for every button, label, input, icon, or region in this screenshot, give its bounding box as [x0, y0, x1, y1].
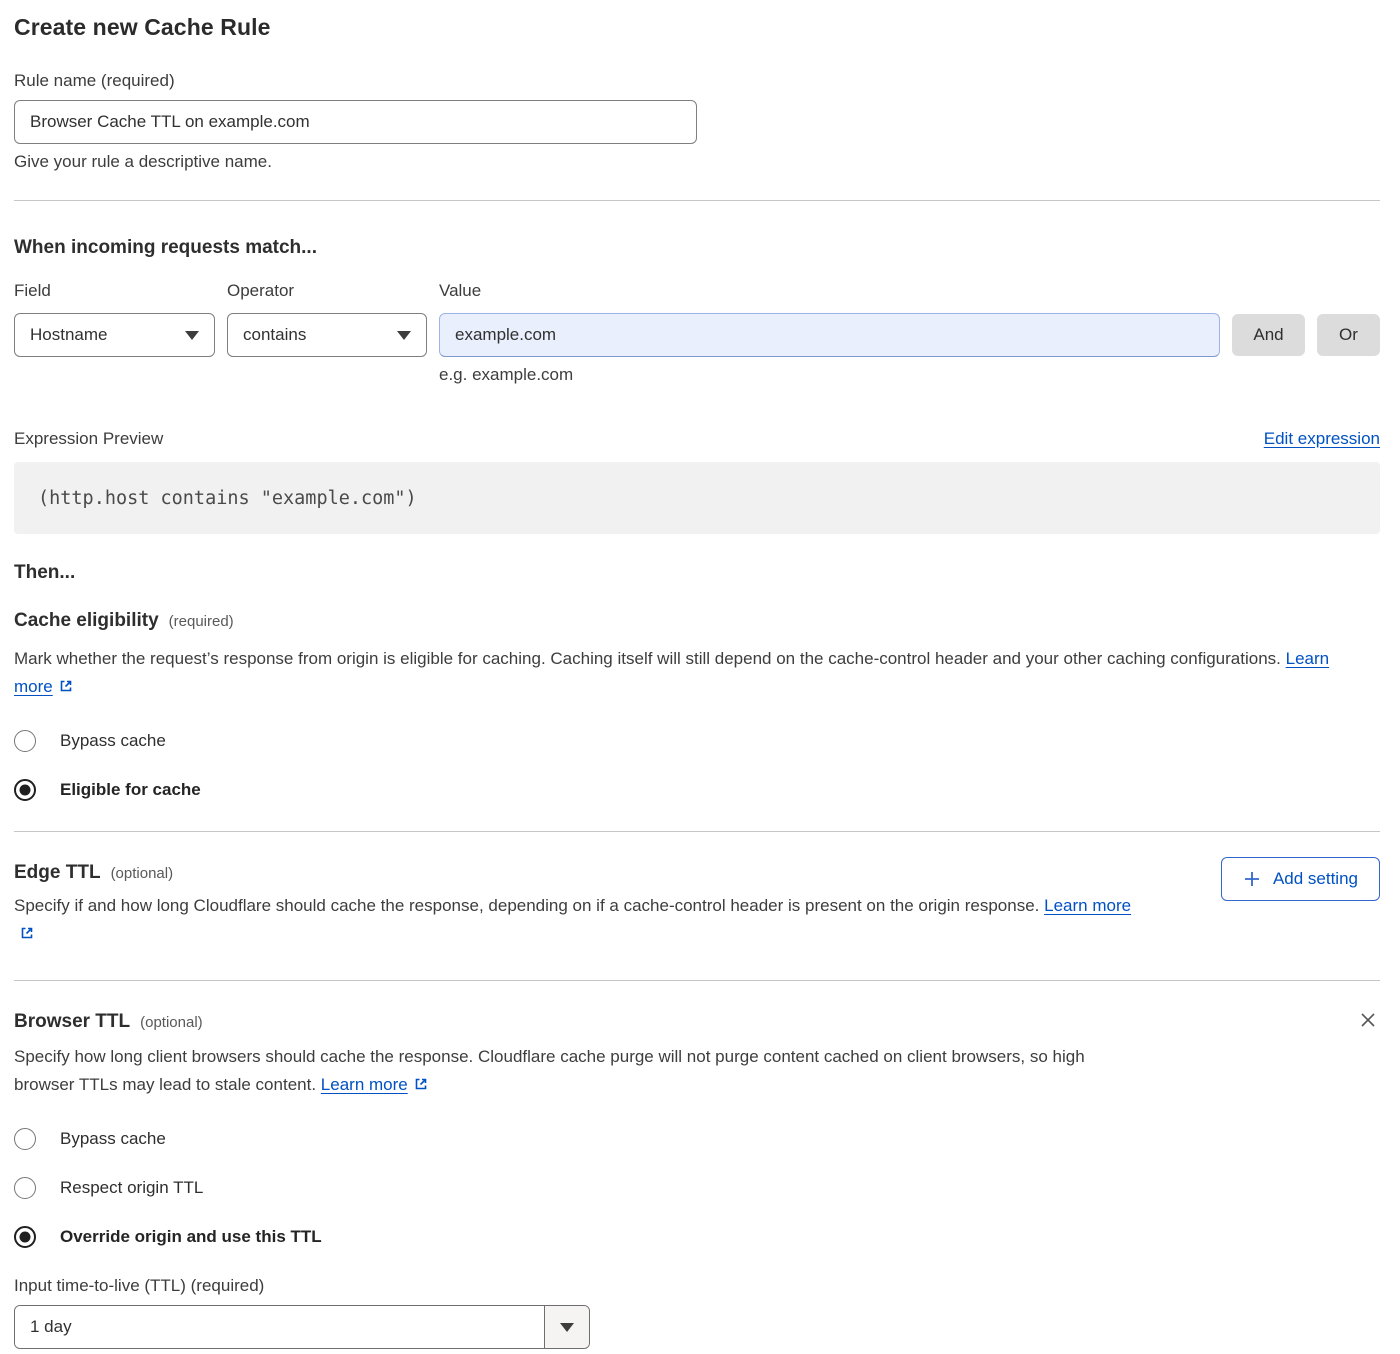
radio-option-override-origin-ttl[interactable]: Override origin and use this TTL [14, 1226, 1380, 1248]
browser-ttl-description: Specify how long client browsers should … [14, 1043, 1109, 1101]
radio-button[interactable] [14, 1177, 36, 1199]
radio-button[interactable] [14, 1128, 36, 1150]
remove-browser-ttl-button[interactable] [1356, 1008, 1380, 1035]
expression-code: (http.host contains "example.com") [14, 462, 1380, 534]
create-cache-rule-form: Create new Cache Rule Rule name (require… [0, 0, 1400, 1349]
close-icon [1358, 1010, 1378, 1030]
and-button[interactable]: And [1232, 314, 1305, 356]
section-divider [14, 200, 1380, 201]
operator-select[interactable]: contains [227, 313, 427, 357]
radio-button-selected[interactable] [14, 779, 36, 801]
chevron-down-icon [560, 1323, 574, 1332]
expression-preview-label: Expression Preview [14, 429, 163, 449]
operator-select-value: contains [243, 325, 306, 345]
operator-label: Operator [227, 281, 427, 301]
learn-more-link[interactable]: Learn more [1044, 896, 1131, 915]
plus-icon [1243, 870, 1261, 888]
field-select[interactable]: Hostname [14, 313, 215, 357]
chevron-down-icon [397, 331, 411, 340]
radio-option-respect-origin-ttl[interactable]: Respect origin TTL [14, 1177, 1380, 1199]
cache-eligibility-qualifier: (required) [169, 613, 234, 630]
edit-expression-link[interactable]: Edit expression [1264, 429, 1380, 449]
match-condition-row: Field Hostname Operator contains Value e… [14, 281, 1380, 385]
rule-name-input[interactable] [14, 100, 697, 144]
edge-ttl-heading: Edge TTL [14, 862, 101, 884]
edge-ttl-description: Specify if and how long Cloudflare shoul… [14, 892, 1144, 950]
cache-eligibility-heading: Cache eligibility [14, 610, 159, 632]
value-helper: e.g. example.com [439, 365, 1220, 385]
radio-button-selected[interactable] [14, 1226, 36, 1248]
external-link-icon [413, 1073, 429, 1101]
section-divider [14, 980, 1380, 981]
chevron-down-icon [185, 331, 199, 340]
ttl-dropdown-button[interactable] [544, 1306, 589, 1348]
add-setting-button[interactable]: Add setting [1221, 857, 1380, 901]
field-label: Field [14, 281, 215, 301]
expression-code-text: (http.host contains "example.com") [38, 488, 417, 509]
radio-option-bypass-cache-browser[interactable]: Bypass cache [14, 1128, 1380, 1150]
browser-ttl-qualifier: (optional) [140, 1014, 203, 1031]
page-title: Create new Cache Rule [14, 14, 1380, 41]
value-label: Value [439, 281, 1220, 301]
edge-ttl-qualifier: (optional) [111, 865, 174, 882]
radio-option-eligible-for-cache[interactable]: Eligible for cache [14, 779, 1380, 801]
browser-ttl-heading: Browser TTL [14, 1011, 130, 1033]
rule-name-helper: Give your rule a descriptive name. [14, 152, 1380, 172]
external-link-icon [19, 922, 35, 950]
learn-more-link[interactable]: Learn more [321, 1075, 408, 1094]
value-input[interactable] [439, 313, 1220, 357]
or-button[interactable]: Or [1317, 314, 1380, 356]
ttl-input[interactable] [15, 1306, 544, 1348]
radio-option-bypass-cache[interactable]: Bypass cache [14, 730, 1380, 752]
rule-name-label: Rule name (required) [14, 71, 1380, 91]
section-divider [14, 831, 1380, 832]
match-section-heading: When incoming requests match... [14, 237, 1380, 259]
field-select-value: Hostname [30, 325, 107, 345]
radio-button[interactable] [14, 730, 36, 752]
cache-eligibility-description: Mark whether the request’s response from… [14, 645, 1359, 703]
ttl-combobox[interactable] [14, 1305, 590, 1349]
external-link-icon [58, 675, 74, 703]
ttl-input-label: Input time-to-live (TTL) (required) [14, 1276, 1380, 1296]
then-heading: Then... [14, 562, 1380, 584]
